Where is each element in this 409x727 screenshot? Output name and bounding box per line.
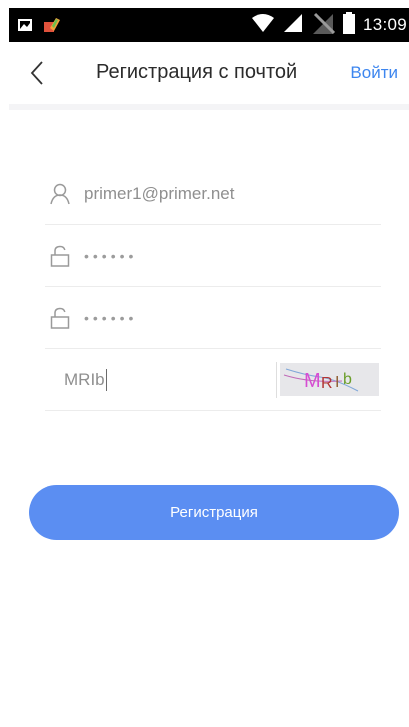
lock-icon [49,307,71,329]
status-right: 13:09 [251,8,409,42]
user-icon [49,183,71,205]
back-button[interactable] [23,58,51,88]
captcha-input-value: MRIb [64,369,105,389]
page-title: Регистрация с почтой [96,61,298,83]
status-time: 13:09 [362,15,407,34]
chevron-left-icon [30,61,43,85]
email-field[interactable]: primer1@primer.net [45,163,381,225]
register-button[interactable]: Регистрация [29,485,399,540]
svg-text:R: R [321,375,333,392]
app-screen: 13:09 Регистрация с почтой Войти primer1… [9,0,409,727]
svg-text:b: b [343,371,352,388]
register-button-label: Регистрация [170,504,258,521]
image-icon [17,17,33,38]
app-notification-icon [43,16,61,39]
registration-form: primer1@primer.net •••••• •••••• MRIb M … [45,163,381,411]
password-confirm-field[interactable]: •••••• [45,287,381,349]
email-placeholder: primer1@primer.net [84,183,235,203]
status-left [17,16,61,39]
wifi-icon [251,13,275,38]
password-value: •••••• [84,247,138,264]
captcha-image[interactable]: M R I b [280,363,379,396]
text-cursor [105,368,107,391]
signal-icon [283,13,303,38]
header: Регистрация с почтой Войти [9,42,409,104]
status-bar: 13:09 [9,8,409,42]
login-link[interactable]: Войти [350,63,398,83]
captcha-divider [276,362,277,398]
password-confirm-value: •••••• [84,309,138,326]
svg-text:M: M [304,370,321,392]
no-sim-icon [311,11,336,40]
captcha-input[interactable]: MRIb [64,368,107,391]
battery-icon [342,11,355,39]
password-field[interactable]: •••••• [45,225,381,287]
header-divider [9,104,409,110]
lock-icon [49,245,71,267]
captcha-row: MRIb M R I b [45,349,381,411]
svg-text:I: I [335,374,339,391]
